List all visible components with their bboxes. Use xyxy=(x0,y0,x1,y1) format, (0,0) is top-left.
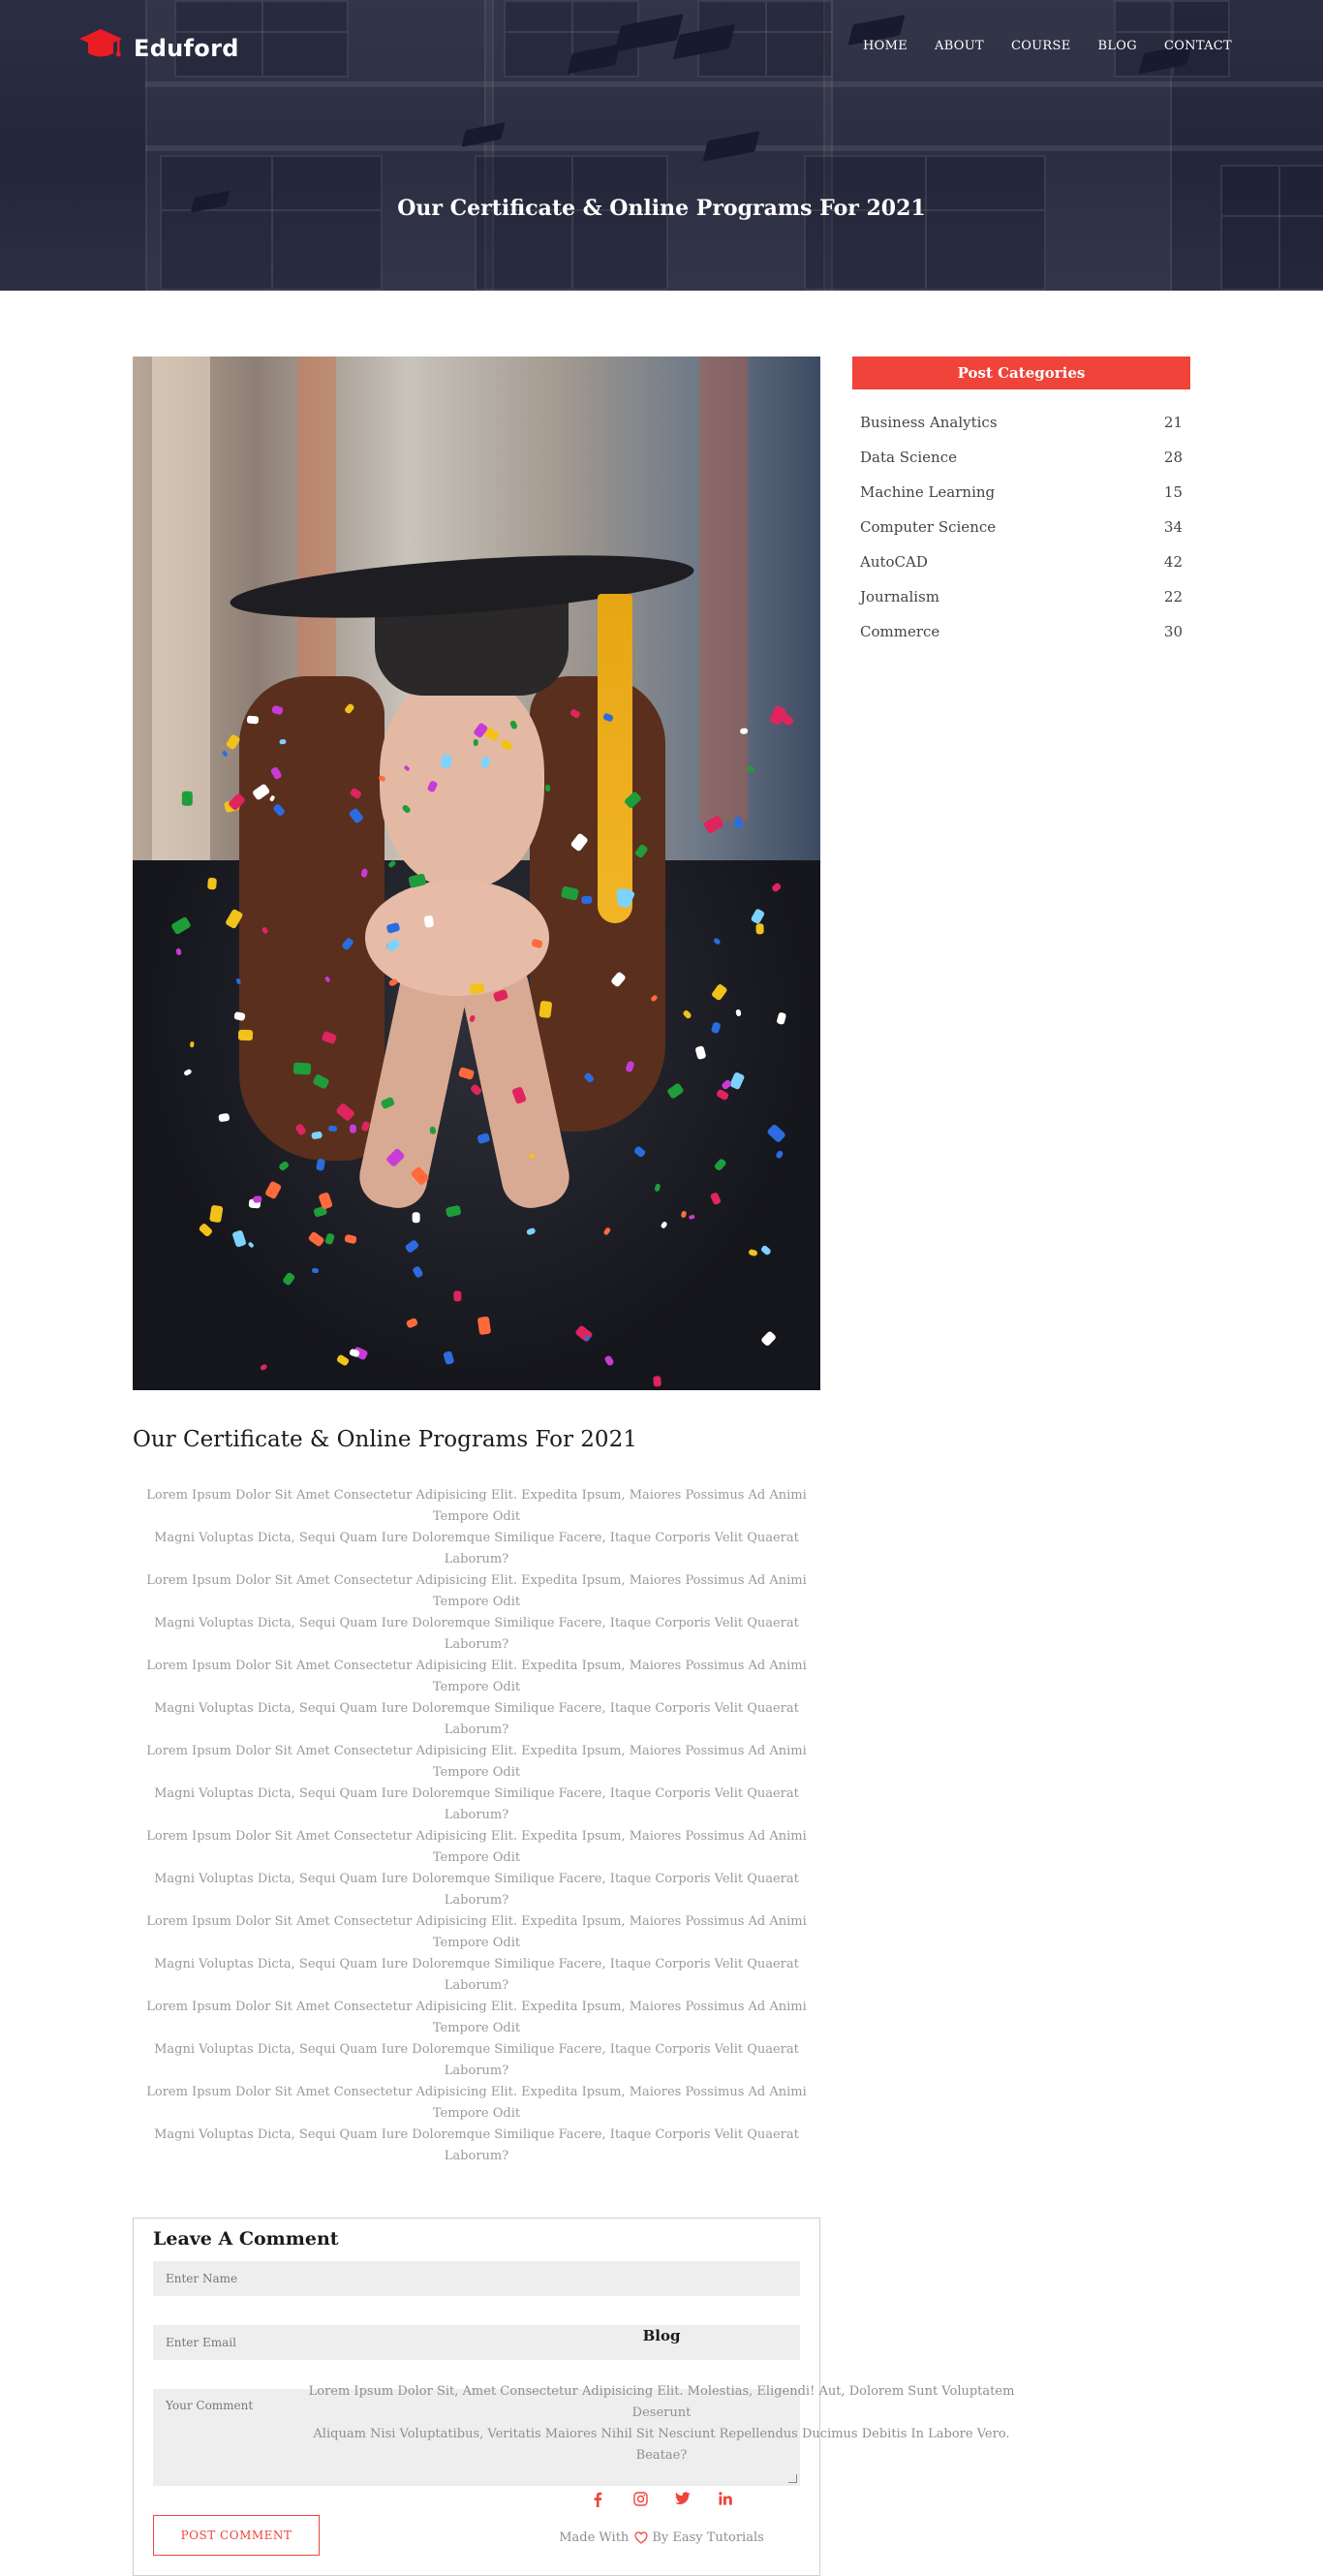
confetti-piece xyxy=(734,817,743,828)
credit-prefix: Made With xyxy=(559,2530,630,2545)
confetti-piece xyxy=(311,1130,323,1139)
confetti-piece xyxy=(207,877,217,890)
confetti-piece xyxy=(755,923,764,936)
confetti-piece xyxy=(423,915,435,928)
category-name: Data Science xyxy=(860,449,957,466)
confetti-piece xyxy=(653,1375,662,1387)
footer-title: Blog xyxy=(642,2327,681,2344)
post-line: Lorem Ipsum Dolor Sit Amet Consectetur A… xyxy=(146,1488,807,1524)
linkedin-icon[interactable] xyxy=(717,2492,734,2507)
confetti-piece xyxy=(453,1290,462,1302)
heart-icon xyxy=(634,2531,648,2544)
post-line: Lorem Ipsum Dolor Sit Amet Consectetur A… xyxy=(146,1744,807,1780)
category-item[interactable]: Commerce 30 xyxy=(860,614,1183,649)
hero-header: Eduford HOME ABOUT COURSE BLOG CONTACT O… xyxy=(0,0,1323,291)
main-nav: HOME ABOUT COURSE BLOG CONTACT xyxy=(863,39,1232,53)
category-item[interactable]: Data Science 28 xyxy=(860,440,1183,475)
category-count: 34 xyxy=(1163,518,1183,536)
category-item[interactable]: Business Analytics 21 xyxy=(860,405,1183,440)
footer-text-line: Lorem Ipsum Dolor Sit, Amet Consectetur … xyxy=(308,2384,1015,2420)
name-input[interactable]: Enter Name xyxy=(153,2261,800,2296)
footer-text: Lorem Ipsum Dolor Sit, Amet Consectetur … xyxy=(303,2381,1020,2467)
post-body: Lorem Ipsum Dolor Sit Amet Consectetur A… xyxy=(133,1485,820,2167)
category-name: Business Analytics xyxy=(860,414,998,431)
instagram-icon[interactable] xyxy=(631,2492,649,2507)
category-name: Journalism xyxy=(860,588,939,605)
category-name: Computer Science xyxy=(860,518,997,536)
confetti-piece xyxy=(349,1124,356,1133)
social-links xyxy=(0,2492,1323,2507)
post-title: Our Certificate & Online Programs For 20… xyxy=(133,1427,637,1452)
brand-logo[interactable]: Eduford xyxy=(77,27,239,70)
confetti-piece xyxy=(247,715,260,725)
confetti-piece xyxy=(327,1125,337,1132)
post-line: Lorem Ipsum Dolor Sit Amet Consectetur A… xyxy=(146,1829,807,1865)
category-count: 15 xyxy=(1163,483,1183,501)
nav-course[interactable]: COURSE xyxy=(1011,39,1071,53)
category-name: Machine Learning xyxy=(860,483,996,501)
graduation-cap-icon xyxy=(77,27,124,70)
post-line: Magni Voluptas Dicta, Sequi Quam Iure Do… xyxy=(154,1616,799,1652)
post-line: Lorem Ipsum Dolor Sit Amet Consectetur A… xyxy=(146,2000,807,2035)
category-name: Commerce xyxy=(860,623,940,640)
footer-credit: Made With By Easy Tutorials xyxy=(0,2530,1323,2545)
confetti-piece xyxy=(221,750,230,758)
category-count: 30 xyxy=(1163,623,1183,640)
confetti-piece xyxy=(360,868,368,878)
categories-list: Business Analytics 21 Data Science 28 Ma… xyxy=(852,405,1190,649)
post-line: Lorem Ipsum Dolor Sit Amet Consectetur A… xyxy=(146,1659,807,1694)
post-line: Lorem Ipsum Dolor Sit Amet Consectetur A… xyxy=(146,2085,807,2121)
nav-home[interactable]: HOME xyxy=(863,39,908,53)
twitter-icon[interactable] xyxy=(674,2492,692,2507)
category-item[interactable]: AutoCAD 42 xyxy=(860,544,1183,579)
nav-contact[interactable]: CONTACT xyxy=(1164,39,1232,53)
categories-header: Post Categories xyxy=(852,357,1190,389)
footer: Blog Lorem Ipsum Dolor Sit, Amet Consect… xyxy=(0,2327,1323,2545)
category-item[interactable]: Journalism 22 xyxy=(860,579,1183,614)
post-line: Lorem Ipsum Dolor Sit Amet Consectetur A… xyxy=(146,1914,807,1950)
brand-name: Eduford xyxy=(134,35,239,62)
post-image xyxy=(133,357,820,1390)
comment-form-title: Leave A Comment xyxy=(153,2228,339,2250)
category-count: 22 xyxy=(1163,588,1183,605)
credit-suffix: By Easy Tutorials xyxy=(652,2530,764,2545)
nav-about[interactable]: ABOUT xyxy=(935,39,984,53)
post-line: Magni Voluptas Dicta, Sequi Quam Iure Do… xyxy=(154,2127,799,2163)
sidebar: Post Categories Business Analytics 21 Da… xyxy=(852,357,1190,649)
footer-text-line: Aliquam Nisi Voluptatibus, Veritatis Mai… xyxy=(313,2427,1010,2463)
facebook-icon[interactable] xyxy=(589,2492,606,2507)
category-count: 28 xyxy=(1163,449,1183,466)
confetti-piece xyxy=(477,1317,492,1336)
category-count: 21 xyxy=(1163,414,1183,431)
post-line: Magni Voluptas Dicta, Sequi Quam Iure Do… xyxy=(154,1786,799,1822)
confetti-piece xyxy=(739,728,749,734)
category-count: 42 xyxy=(1163,553,1183,571)
post-line: Magni Voluptas Dicta, Sequi Quam Iure Do… xyxy=(154,1957,799,1993)
nav-blog[interactable]: BLOG xyxy=(1098,39,1137,53)
post-line: Magni Voluptas Dicta, Sequi Quam Iure Do… xyxy=(154,2042,799,2078)
post-line: Magni Voluptas Dicta, Sequi Quam Iure Do… xyxy=(154,1872,799,1908)
category-name: AutoCAD xyxy=(860,553,928,571)
hero-title: Our Certificate & Online Programs For 20… xyxy=(397,196,926,221)
category-item[interactable]: Machine Learning 15 xyxy=(860,475,1183,510)
confetti-piece xyxy=(412,1212,420,1225)
confetti-piece xyxy=(615,887,630,907)
post-content: Our Certificate & Online Programs For 20… xyxy=(133,357,820,2576)
confetti-piece xyxy=(292,1062,311,1076)
confetti-piece xyxy=(182,791,194,806)
confetti-piece xyxy=(237,1029,253,1040)
confetti-piece xyxy=(581,895,593,904)
post-line: Lorem Ipsum Dolor Sit Amet Consectetur A… xyxy=(146,1573,807,1609)
confetti-piece xyxy=(538,1000,553,1018)
post-line: Magni Voluptas Dicta, Sequi Quam Iure Do… xyxy=(154,1531,799,1567)
post-line: Magni Voluptas Dicta, Sequi Quam Iure Do… xyxy=(154,1701,799,1737)
category-item[interactable]: Computer Science 34 xyxy=(860,510,1183,544)
